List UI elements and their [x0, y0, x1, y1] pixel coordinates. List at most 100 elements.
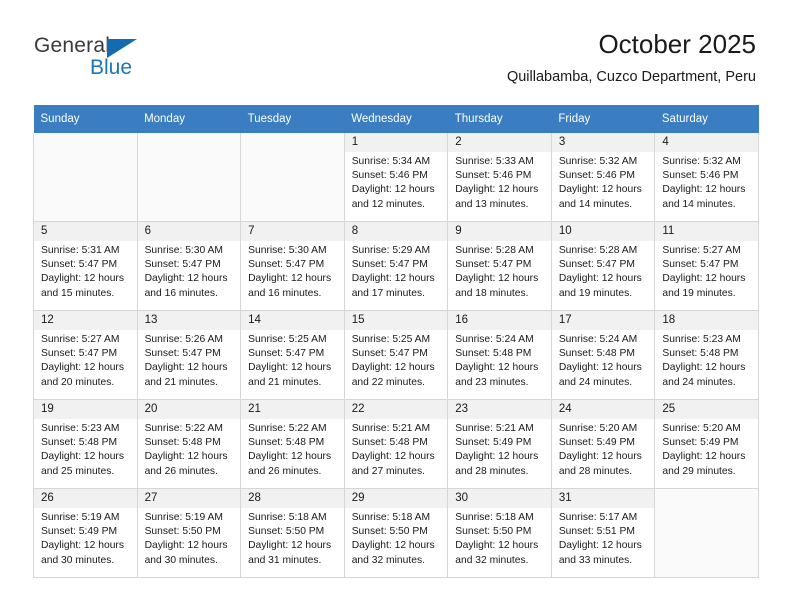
calendar-day-cell[interactable]: 7 Sunrise: 5:30 AM Sunset: 5:47 PM Daylight… [240, 221, 345, 311]
calendar-day-cell[interactable]: 18 Sunrise: 5:23 AM Sunset: 5:48 PM Dayligh… [654, 310, 759, 400]
calendar-day-cell[interactable]: 25 Sunrise: 5:20 AM Sunset: 5:49 PM Dayligh… [654, 399, 759, 489]
calendar-day-cell[interactable]: 12 Sunrise: 5:27 AM Sunset: 5:47 PM Dayligh… [33, 310, 138, 400]
sunset-text: Sunset: 5:47 PM [455, 259, 532, 271]
day-details: Sunrise: 5:26 AM Sunset: 5:47 PM Daylight:… [138, 330, 241, 390]
calendar-day-cell[interactable]: 5 Sunrise: 5:31 AM Sunset: 5:47 PM Daylight… [33, 221, 138, 311]
sunset-text: Sunset: 5:47 PM [558, 259, 635, 271]
page-title: October 2025 [598, 29, 756, 59]
day-details: Sunrise: 5:28 AM Sunset: 5:47 PM Daylight:… [448, 241, 551, 301]
calendar-week-row: 5 Sunrise: 5:31 AM Sunset: 5:47 PM Daylight… [33, 221, 759, 311]
calendar-day-cell[interactable]: 24 Sunrise: 5:20 AM Sunset: 5:49 PM Dayligh… [550, 399, 656, 489]
calendar-day-cell[interactable]: 20 Sunrise: 5:22 AM Sunset: 5:48 PM Dayligh… [136, 399, 242, 489]
day-number: 18 [655, 311, 758, 330]
daylight-text: Daylight: 12 hours and 25 minutes. [41, 451, 124, 477]
sunset-text: Sunset: 5:47 PM [41, 348, 118, 360]
calendar-week-row: 12 Sunrise: 5:27 AM Sunset: 5:47 PM Dayligh… [33, 310, 759, 400]
calendar-day-cell[interactable]: 19 Sunrise: 5:23 AM Sunset: 5:48 PM Dayligh… [33, 399, 138, 489]
calendar-day-cell[interactable]: 21 Sunrise: 5:22 AM Sunset: 5:48 PM Dayligh… [240, 399, 345, 489]
sunrise-text: Sunrise: 5:32 AM [662, 156, 741, 167]
day-number: 19 [34, 400, 137, 419]
day-number: 9 [448, 222, 551, 241]
daylight-text: Daylight: 12 hours and 17 minutes. [351, 273, 435, 299]
calendar-day-cell[interactable]: 6 Sunrise: 5:30 AM Sunset: 5:47 PM Daylight… [136, 221, 242, 311]
sunset-text: Sunset: 5:48 PM [41, 437, 118, 449]
daylight-text: Daylight: 12 hours and 30 minutes. [41, 540, 124, 566]
generalblue-logo[interactable]: General Blue [34, 34, 274, 86]
sunrise-text: Sunrise: 5:18 AM [248, 512, 327, 523]
day-number: 3 [551, 133, 655, 152]
daylight-text: Daylight: 12 hours and 21 minutes. [248, 362, 332, 388]
calendar-day-cell[interactable]: 15 Sunrise: 5:25 AM Sunset: 5:47 PM Dayligh… [343, 310, 449, 400]
weekday-header-row: Sunday Monday Tuesday Wednesday Thursday… [33, 105, 759, 133]
day-number: 2 [448, 133, 551, 152]
sunset-text: Sunset: 5:46 PM [662, 170, 739, 182]
logo-text-general: General [34, 34, 111, 57]
sunrise-text: Sunrise: 5:27 AM [41, 334, 120, 345]
day-details: Sunrise: 5:20 AM Sunset: 5:49 PM Daylight:… [552, 419, 655, 479]
calendar-day-cell[interactable]: 26 Sunrise: 5:19 AM Sunset: 5:49 PM Dayligh… [33, 488, 138, 578]
calendar-day-cell[interactable]: 11 Sunrise: 5:27 AM Sunset: 5:47 PM Dayligh… [654, 221, 759, 311]
sunrise-text: Sunrise: 5:26 AM [144, 334, 223, 345]
sunset-text: Sunset: 5:48 PM [662, 348, 739, 360]
weekday-header-tuesday: Tuesday [240, 105, 345, 133]
day-number: 17 [551, 311, 655, 330]
sunrise-text: Sunrise: 5:21 AM [455, 423, 534, 434]
logo-text-blue: Blue [90, 56, 133, 79]
calendar-day-cell[interactable]: 27 Sunrise: 5:19 AM Sunset: 5:50 PM Dayligh… [136, 488, 242, 578]
calendar-day-cell[interactable]: 30 Sunrise: 5:18 AM Sunset: 5:50 PM Dayligh… [447, 488, 552, 578]
daylight-text: Daylight: 12 hours and 23 minutes. [455, 362, 539, 388]
calendar-day-cell[interactable]: 10 Sunrise: 5:28 AM Sunset: 5:47 PM Dayligh… [550, 221, 656, 311]
sunset-text: Sunset: 5:47 PM [351, 259, 428, 271]
calendar-day-cell[interactable]: 1 Sunrise: 5:34 AM Sunset: 5:46 PM Daylight… [343, 133, 449, 222]
daylight-text: Daylight: 12 hours and 12 minutes. [351, 184, 435, 210]
day-details: Sunrise: 5:19 AM Sunset: 5:50 PM Daylight:… [138, 508, 241, 568]
day-number: 26 [34, 489, 137, 508]
calendar-week-row: 19 Sunrise: 5:23 AM Sunset: 5:48 PM Dayligh… [33, 399, 759, 489]
sunset-text: Sunset: 5:46 PM [351, 170, 428, 182]
day-number: 25 [655, 400, 758, 419]
calendar-day-cell[interactable]: 9 Sunrise: 5:28 AM Sunset: 5:47 PM Daylight… [447, 221, 552, 311]
page-subtitle: Quillabamba, Cuzco Department, Peru [506, 69, 756, 85]
daylight-text: Daylight: 12 hours and 19 minutes. [662, 273, 746, 299]
sunrise-text: Sunrise: 5:34 AM [351, 156, 431, 167]
day-number: 30 [448, 489, 551, 508]
calendar-day-cell[interactable]: 17 Sunrise: 5:24 AM Sunset: 5:48 PM Dayligh… [550, 310, 656, 400]
calendar-day-cell[interactable]: 16 Sunrise: 5:24 AM Sunset: 5:48 PM Dayligh… [447, 310, 552, 400]
calendar-week-row: 1 Sunrise: 5:34 AM Sunset: 5:46 PM Daylight… [33, 133, 759, 222]
day-number: 7 [241, 222, 344, 241]
sunset-text: Sunset: 5:48 PM [351, 437, 428, 449]
day-number: 22 [344, 400, 448, 419]
calendar-day-cell[interactable]: 14 Sunrise: 5:25 AM Sunset: 5:47 PM Dayligh… [240, 310, 345, 400]
day-details: Sunrise: 5:32 AM Sunset: 5:46 PM Daylight:… [655, 152, 758, 212]
day-details: Sunrise: 5:17 AM Sunset: 5:51 PM Daylight:… [552, 508, 655, 568]
day-number: 27 [137, 489, 241, 508]
calendar-day-cell[interactable]: 13 Sunrise: 5:26 AM Sunset: 5:47 PM Dayligh… [136, 310, 242, 400]
sunrise-text: Sunrise: 5:25 AM [351, 334, 431, 345]
calendar-day-cell[interactable]: 2 Sunrise: 5:33 AM Sunset: 5:46 PM Daylight… [447, 133, 552, 222]
day-number: 8 [344, 222, 448, 241]
sunrise-text: Sunrise: 5:28 AM [455, 245, 534, 256]
calendar-day-cell[interactable]: 8 Sunrise: 5:29 AM Sunset: 5:47 PM Daylight… [343, 221, 449, 311]
calendar-day-cell[interactable]: 29 Sunrise: 5:18 AM Sunset: 5:50 PM Dayligh… [343, 488, 449, 578]
calendar-day-cell[interactable]: 28 Sunrise: 5:18 AM Sunset: 5:50 PM Dayligh… [240, 488, 345, 578]
sunset-text: Sunset: 5:47 PM [351, 348, 428, 360]
calendar-day-cell[interactable]: 22 Sunrise: 5:21 AM Sunset: 5:48 PM Dayligh… [343, 399, 449, 489]
calendar-cell-empty [654, 488, 759, 578]
day-details: Sunrise: 5:22 AM Sunset: 5:48 PM Daylight:… [138, 419, 241, 479]
day-number: 5 [34, 222, 137, 241]
calendar-day-cell[interactable]: 3 Sunrise: 5:32 AM Sunset: 5:46 PM Daylight… [550, 133, 656, 222]
day-details: Sunrise: 5:18 AM Sunset: 5:50 PM Daylight:… [241, 508, 344, 568]
calendar-body: 1 Sunrise: 5:34 AM Sunset: 5:46 PM Daylight… [33, 133, 759, 578]
daylight-text: Daylight: 12 hours and 16 minutes. [144, 273, 228, 299]
day-details: Sunrise: 5:27 AM Sunset: 5:47 PM Daylight:… [655, 241, 758, 301]
calendar-day-cell[interactable]: 31 Sunrise: 5:17 AM Sunset: 5:51 PM Dayligh… [550, 488, 656, 578]
sunrise-text: Sunrise: 5:22 AM [248, 423, 327, 434]
calendar-day-cell[interactable]: 4 Sunrise: 5:32 AM Sunset: 5:46 PM Daylight… [654, 133, 759, 222]
sunrise-text: Sunrise: 5:30 AM [248, 245, 327, 256]
day-details: Sunrise: 5:34 AM Sunset: 5:46 PM Daylight:… [345, 152, 448, 212]
calendar-day-cell[interactable]: 23 Sunrise: 5:21 AM Sunset: 5:49 PM Dayligh… [447, 399, 552, 489]
day-details: Sunrise: 5:21 AM Sunset: 5:48 PM Daylight:… [345, 419, 448, 479]
sunset-text: Sunset: 5:51 PM [558, 526, 635, 538]
daylight-text: Daylight: 12 hours and 29 minutes. [662, 451, 746, 477]
day-number: 21 [241, 400, 344, 419]
